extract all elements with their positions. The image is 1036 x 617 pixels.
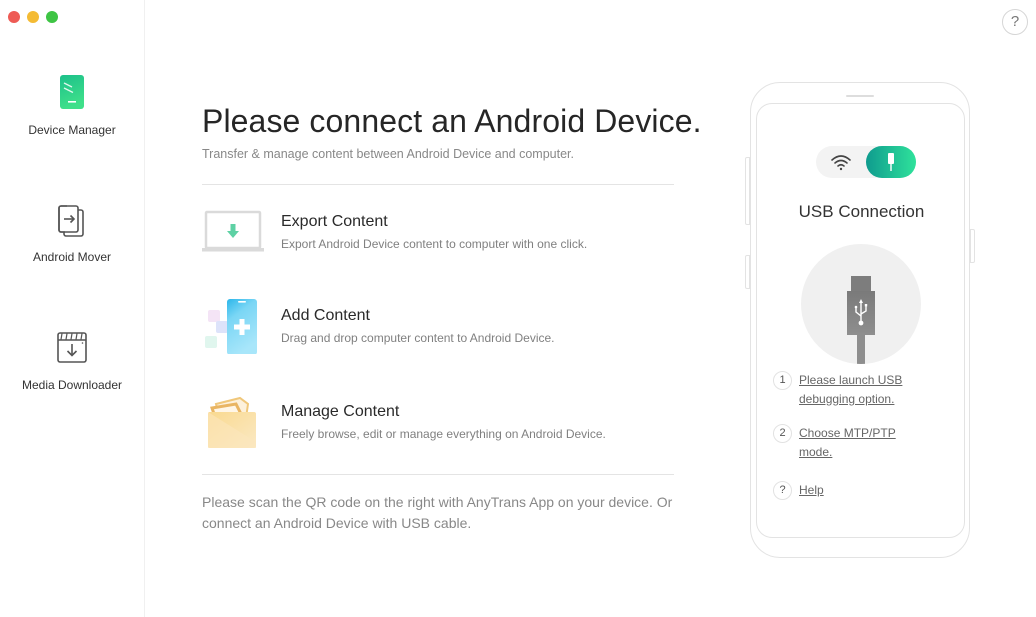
phone-illustration-panel: USB Connection 1 Please launch USB debug… bbox=[745, 82, 975, 558]
feature-export-content[interactable]: Export Content Export Android Device con… bbox=[202, 200, 674, 260]
download-icon bbox=[57, 332, 87, 363]
phone-icon bbox=[60, 75, 84, 109]
feature-title: Manage Content bbox=[281, 403, 400, 420]
feature-title: Export Content bbox=[281, 213, 388, 230]
window-controls bbox=[8, 11, 58, 23]
phone-speaker bbox=[846, 95, 874, 97]
scan-instructions: Please scan the QR code on the right wit… bbox=[202, 494, 673, 531]
close-window-button[interactable] bbox=[8, 11, 20, 23]
wifi-icon bbox=[831, 155, 851, 171]
sidebar-item-device-manager[interactable]: Device Manager bbox=[0, 73, 144, 137]
laptop-download-icon bbox=[202, 210, 264, 252]
connection-mode-toggle bbox=[816, 146, 916, 178]
instruction-step: ? Help bbox=[773, 481, 929, 500]
folder-icon bbox=[208, 396, 256, 448]
maximize-window-button[interactable] bbox=[46, 11, 58, 23]
instruction-step: 1 Please launch USB debugging option. bbox=[773, 371, 929, 409]
divider bbox=[202, 474, 674, 475]
sidebar-item-label: Device Manager bbox=[28, 123, 116, 137]
mtp-ptp-mode-link[interactable]: Choose MTP/PTP mode. bbox=[799, 424, 929, 462]
feature-add-content[interactable]: Add Content Drag and drop computer conte… bbox=[202, 294, 674, 354]
wifi-mode-option[interactable] bbox=[816, 146, 866, 178]
phone-add-icon bbox=[205, 299, 257, 354]
phone-side-button bbox=[970, 229, 975, 263]
help-button[interactable]: ? bbox=[1002, 9, 1028, 35]
usb-plug-icon bbox=[888, 153, 894, 171]
usb-debugging-link[interactable]: Please launch USB debugging option. bbox=[799, 371, 929, 409]
sidebar: Device Manager Android Mover Media Downl… bbox=[0, 0, 145, 617]
feature-title: Add Content bbox=[281, 307, 370, 324]
feature-description: Freely browse, edit or manage everything… bbox=[281, 427, 606, 441]
help-question-icon: ? bbox=[773, 481, 792, 500]
page-subtitle: Transfer & manage content between Androi… bbox=[202, 147, 574, 161]
step-number: 2 bbox=[773, 424, 792, 443]
sidebar-item-label: Media Downloader bbox=[21, 378, 123, 392]
page-title: Please connect an Android Device. bbox=[202, 103, 702, 139]
feature-manage-content[interactable]: Manage Content Freely browse, edit or ma… bbox=[202, 390, 674, 450]
feature-description: Export Android Device content to compute… bbox=[281, 237, 588, 251]
sidebar-item-media-downloader[interactable]: Media Downloader bbox=[0, 328, 144, 392]
usb-mode-option[interactable] bbox=[866, 146, 916, 178]
minimize-window-button[interactable] bbox=[27, 11, 39, 23]
phone-side-button bbox=[745, 255, 750, 289]
divider bbox=[202, 184, 674, 185]
connection-title: USB Connection bbox=[798, 202, 925, 221]
sidebar-item-label: Android Mover bbox=[32, 250, 112, 264]
step-number: 1 bbox=[773, 371, 792, 390]
help-link[interactable]: Help bbox=[799, 481, 929, 500]
phone-screen: USB Connection 1 Please launch USB debug… bbox=[756, 103, 965, 538]
phone-side-button bbox=[745, 157, 750, 225]
feature-description: Drag and drop computer content to Androi… bbox=[281, 331, 555, 345]
usb-connector-icon bbox=[847, 276, 875, 364]
sidebar-item-android-mover[interactable]: Android Mover bbox=[0, 200, 144, 264]
transfer-icon bbox=[58, 205, 84, 237]
usb-cable-illustration bbox=[801, 244, 921, 364]
instruction-step: 2 Choose MTP/PTP mode. bbox=[773, 424, 929, 462]
